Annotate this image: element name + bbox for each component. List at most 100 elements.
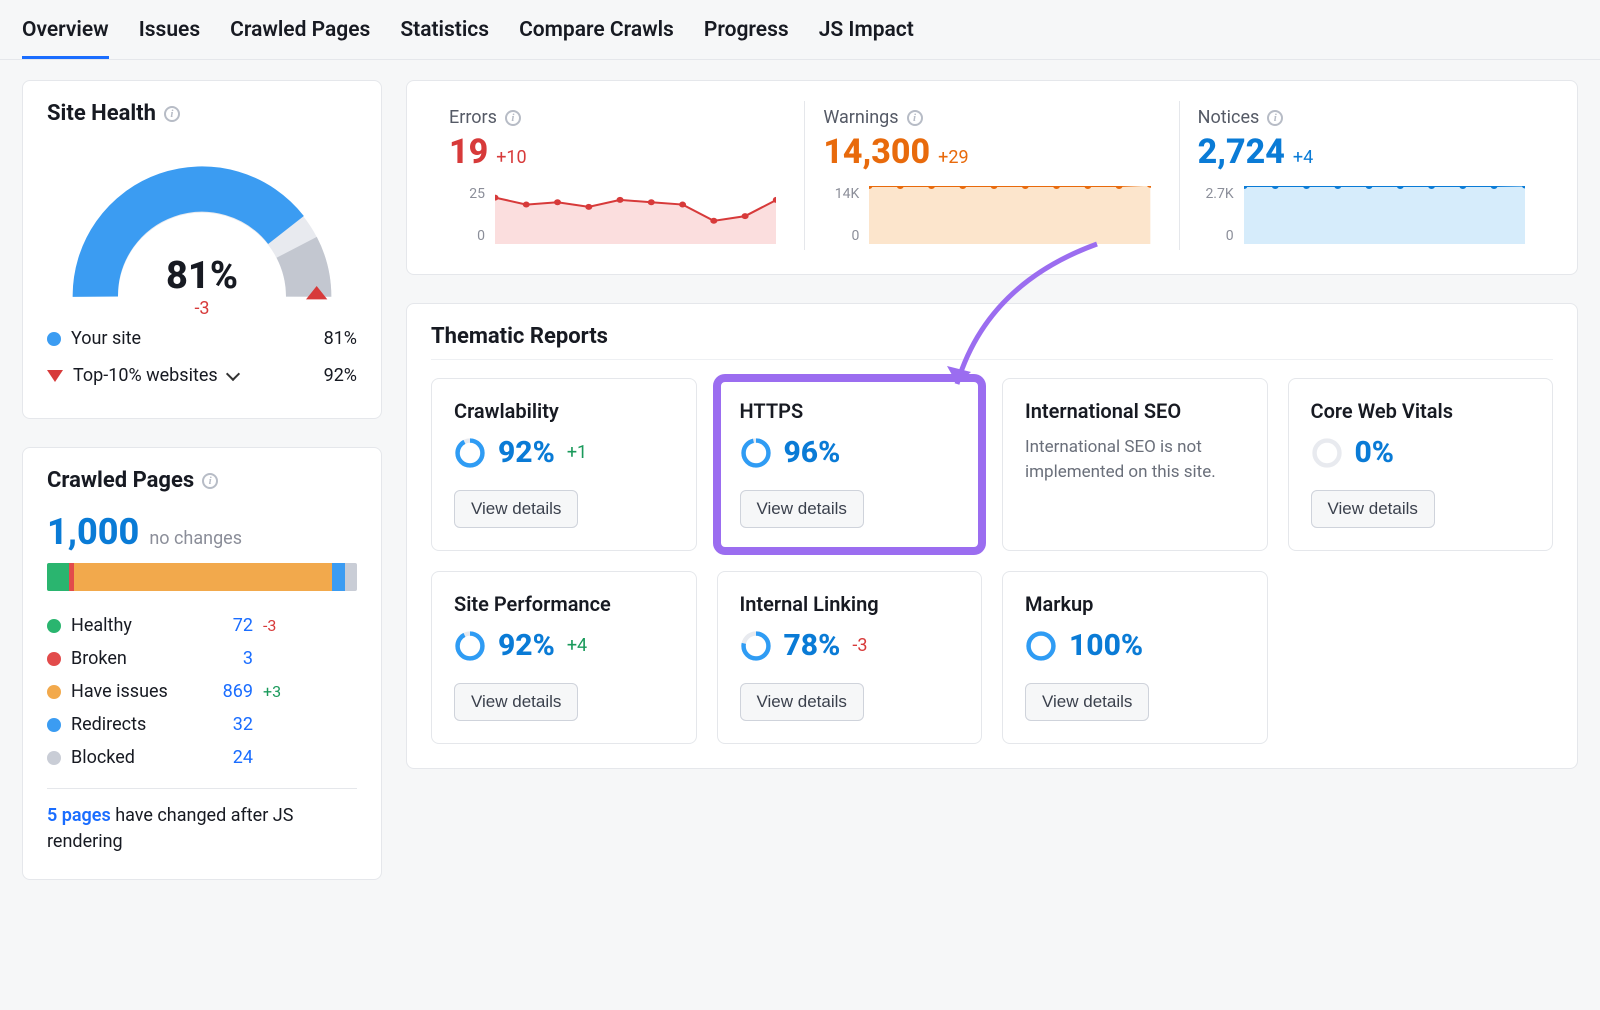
card-title: Markup xyxy=(1025,592,1245,616)
thematic-reports-panel: Thematic Reports Crawlability 92% +1 Vie… xyxy=(406,303,1578,769)
view-details-button[interactable]: View details xyxy=(454,683,578,721)
crawled-row-value: 3 xyxy=(201,648,253,669)
stat-head: Errors i xyxy=(449,107,776,128)
card-https: HTTPS 96% View details xyxy=(717,378,983,551)
stat-val-row: 2,724 +4 xyxy=(1198,132,1525,172)
info-icon[interactable]: i xyxy=(907,110,923,126)
crawled-stacked-bar xyxy=(47,563,357,591)
dot-icon xyxy=(47,751,61,765)
view-details-button[interactable]: View details xyxy=(1025,683,1149,721)
crawled-row-have-issues[interactable]: Have issues 869 +3 xyxy=(47,675,357,708)
card-note: International SEO is not implemented on … xyxy=(1025,435,1245,484)
spark-axis: 250 xyxy=(449,186,485,244)
card-val-row: 92% +1 xyxy=(454,435,674,470)
card-value: 92% xyxy=(498,435,555,470)
card-title: International SEO xyxy=(1025,399,1245,423)
spark-axis: 2.7K0 xyxy=(1198,186,1234,244)
card-delta: +4 xyxy=(567,635,587,656)
site-health-panel: Site Health i 81% -3 Your site 81% xyxy=(22,80,382,419)
js-render-link[interactable]: 5 pages xyxy=(47,805,111,826)
legend-label: Top-10% websites xyxy=(73,365,218,386)
crawled-row-broken[interactable]: Broken 3 xyxy=(47,642,357,675)
crawled-total-note: no changes xyxy=(149,528,242,549)
card-value: 92% xyxy=(498,628,555,663)
bar-segment-healthy xyxy=(47,563,69,591)
stat-label: Errors xyxy=(449,107,497,128)
sidebar: Site Health i 81% -3 Your site 81% xyxy=(22,80,382,880)
tab-crawled-pages[interactable]: Crawled Pages xyxy=(230,10,370,59)
info-icon[interactable]: i xyxy=(164,106,180,122)
tab-progress[interactable]: Progress xyxy=(704,10,789,59)
bar-segment-redirects xyxy=(332,563,344,591)
tab-js-impact[interactable]: JS Impact xyxy=(819,10,914,59)
crawled-row-label: Have issues xyxy=(71,681,191,702)
legend-value: 81% xyxy=(324,328,357,349)
tabs: Overview Issues Crawled Pages Statistics Com… xyxy=(0,0,1600,60)
sparkline: 250 xyxy=(449,186,776,244)
crawled-total-value: 1,000 xyxy=(47,511,139,553)
crawled-row-delta: -3 xyxy=(263,616,276,635)
card-title: Crawlability xyxy=(454,399,674,423)
tab-issues[interactable]: Issues xyxy=(139,10,200,59)
crawled-row-value: 72 xyxy=(201,615,253,636)
crawled-pages-panel: Crawled Pages i 1,000 no changes Healthy… xyxy=(22,447,382,880)
stat-value: 2,724 xyxy=(1198,132,1285,172)
stat-delta: +29 xyxy=(938,147,968,168)
main: Errors i 19 +10 250 Warnings i 14,300 +2… xyxy=(406,80,1578,769)
view-details-button[interactable]: View details xyxy=(740,683,864,721)
card-markup: Markup 100% View details xyxy=(1002,571,1268,744)
gauge-center: 81% -3 xyxy=(62,254,342,319)
gauge-value: 81% xyxy=(62,254,342,298)
card-title: Site Performance xyxy=(454,592,674,616)
info-icon[interactable]: i xyxy=(202,473,218,489)
crawled-row-value: 32 xyxy=(201,714,253,735)
card-title: HTTPS xyxy=(740,399,960,423)
bar-segment-blocked xyxy=(345,563,357,591)
card-delta: +1 xyxy=(567,442,587,463)
crawled-row-redirects[interactable]: Redirects 32 xyxy=(47,708,357,741)
card-site-performance: Site Performance 92% +4 View details xyxy=(431,571,697,744)
stat-notices[interactable]: Notices i 2,724 +4 2.7K0 xyxy=(1179,101,1553,250)
crawled-row-label: Blocked xyxy=(71,747,191,768)
card-val-row: 96% xyxy=(740,435,960,470)
card-international-seo: International SEO International SEO is n… xyxy=(1002,378,1268,551)
bar-segment-have-issues xyxy=(74,563,332,591)
card-crawlability: Crawlability 92% +1 View details xyxy=(431,378,697,551)
crawled-breakdown: Healthy 72 -3 Broken 3 Have issues 869 +… xyxy=(47,609,357,774)
crawled-row-value: 869 xyxy=(201,681,253,702)
legend-your-site: Your site 81% xyxy=(47,320,357,357)
crawled-row-label: Redirects xyxy=(71,714,191,735)
crawled-row-healthy[interactable]: Healthy 72 -3 xyxy=(47,609,357,642)
js-render-note: 5 pages have changed after JS rendering xyxy=(47,803,357,855)
crawled-row-label: Broken xyxy=(71,648,191,669)
card-value: 78% xyxy=(784,628,841,663)
thematic-title: Thematic Reports xyxy=(431,324,1553,360)
crawled-total: 1,000 no changes xyxy=(47,511,357,553)
divider xyxy=(47,788,357,789)
dot-icon xyxy=(47,332,61,346)
site-health-title-text: Site Health xyxy=(47,101,156,126)
card-delta: -3 xyxy=(852,635,867,656)
crawled-row-blocked[interactable]: Blocked 24 xyxy=(47,741,357,774)
view-details-button[interactable]: View details xyxy=(454,490,578,528)
card-internal-linking: Internal Linking 78% -3 View details xyxy=(717,571,983,744)
stat-warnings[interactable]: Warnings i 14,300 +29 14K0 xyxy=(804,101,1178,250)
sparkline: 14K0 xyxy=(823,186,1150,244)
stat-head: Warnings i xyxy=(823,107,1150,128)
view-details-button[interactable]: View details xyxy=(740,490,864,528)
card-value: 96% xyxy=(784,435,841,470)
thematic-cards: Crawlability 92% +1 View details HTTPS 9… xyxy=(431,378,1553,744)
layout: Site Health i 81% -3 Your site 81% xyxy=(0,60,1600,900)
stat-label: Warnings xyxy=(823,107,898,128)
stat-label: Notices xyxy=(1198,107,1260,128)
view-details-button[interactable]: View details xyxy=(1311,490,1435,528)
info-icon[interactable]: i xyxy=(505,110,521,126)
tab-statistics[interactable]: Statistics xyxy=(400,10,489,59)
legend-top10[interactable]: Top-10% websites 92% xyxy=(47,357,357,394)
top-stats-panel: Errors i 19 +10 250 Warnings i 14,300 +2… xyxy=(406,80,1578,275)
info-icon[interactable]: i xyxy=(1267,110,1283,126)
crawled-row-label: Healthy xyxy=(71,615,191,636)
stat-errors[interactable]: Errors i 19 +10 250 xyxy=(431,101,804,250)
tab-compare-crawls[interactable]: Compare Crawls xyxy=(519,10,674,59)
tab-overview[interactable]: Overview xyxy=(22,10,109,59)
